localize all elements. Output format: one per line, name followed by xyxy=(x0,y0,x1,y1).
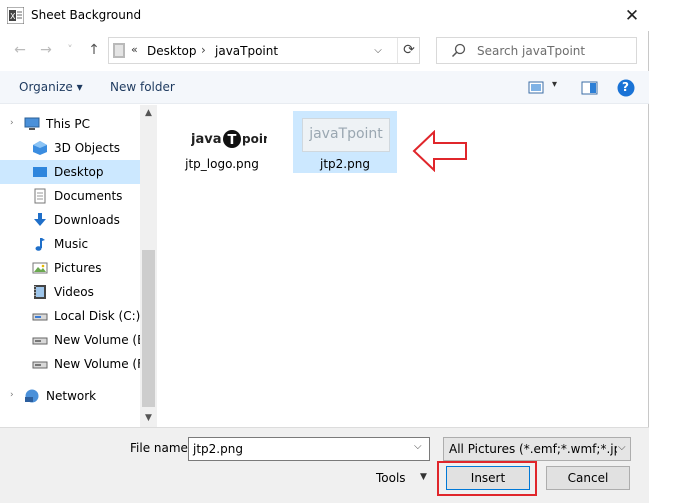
file-name-value[interactable]: jtp2.png xyxy=(193,442,243,456)
sidebar-item-3d-objects[interactable]: 3D Objects xyxy=(0,136,140,160)
search-input[interactable]: Search javaTpoint xyxy=(477,44,585,58)
sidebar-item-pictures[interactable]: Pictures xyxy=(0,256,140,280)
new-folder-button[interactable]: New folder xyxy=(110,80,175,94)
jtp-logo-thumbnail: java T point xyxy=(191,130,267,148)
navigation-bar: ← → ˅ ↑ « Desktop › javaTpoint ⌵ ⟳ Searc… xyxy=(0,31,649,71)
drive-icon xyxy=(32,313,48,321)
address-dropdown-icon[interactable]: ⌵ xyxy=(370,42,386,60)
insert-button[interactable]: Insert xyxy=(446,466,530,490)
command-toolbar: Organize ▾ New folder ▾ ? xyxy=(0,71,649,104)
file-name-field-label: File name: xyxy=(130,441,192,455)
sidebar-item-music[interactable]: Music xyxy=(0,232,140,256)
thumbnail-text: javaTpoint xyxy=(309,126,383,142)
sidebar-item-label: 3D Objects xyxy=(54,141,121,155)
cancel-button[interactable]: Cancel xyxy=(546,466,630,490)
tools-button[interactable]: Tools xyxy=(376,471,406,485)
file-jtp2[interactable]: javaTpoint jtp2.png xyxy=(293,111,397,173)
expand-chevron-icon[interactable]: › xyxy=(10,390,14,400)
sidebar-item-new-volume-f[interactable]: New Volume (F:) xyxy=(0,352,152,376)
search-icon xyxy=(451,43,466,58)
file-type-value: All Pictures (*.emf;*.wmf;*.jpg;* xyxy=(449,442,617,456)
sheet-background-dialog: X Sheet Background ✕ ← → ˅ ↑ « Desktop ›… xyxy=(0,0,649,503)
folder-path-icon xyxy=(113,43,125,58)
sidebar-item-label: Videos xyxy=(54,285,94,299)
address-overflow-icon[interactable]: « xyxy=(131,43,138,56)
3d-objects-icon xyxy=(33,141,47,155)
sidebar-item-documents[interactable]: Documents xyxy=(0,184,140,208)
view-options-icon[interactable] xyxy=(528,79,544,97)
address-bar[interactable]: « Desktop › javaTpoint ⌵ ⟳ xyxy=(108,37,420,64)
pictures-icon xyxy=(32,262,48,274)
help-glyph: ? xyxy=(622,80,629,94)
back-arrow-icon[interactable]: ← xyxy=(12,42,28,58)
file-name-label: jtp_logo.png xyxy=(185,157,259,171)
organize-button[interactable]: Organize ▾ xyxy=(19,80,83,94)
chevron-down-icon[interactable]: ⌵ xyxy=(414,441,422,452)
file-jtp-logo[interactable]: java T point jtp_logo.png xyxy=(170,111,274,173)
tools-dropdown-icon[interactable]: ▼ xyxy=(420,472,427,482)
sidebar-item-downloads[interactable]: Downloads xyxy=(0,208,140,232)
file-name-field[interactable]: jtp2.png ⌵ xyxy=(188,437,430,461)
sidebar-item-desktop[interactable]: Desktop xyxy=(0,160,140,184)
sidebar-item-videos[interactable]: Videos xyxy=(0,280,140,304)
sidebar-item-label: Downloads xyxy=(54,213,120,227)
close-icon[interactable]: ✕ xyxy=(622,6,642,26)
sidebar-item-new-volume-e[interactable]: New Volume (E:) xyxy=(0,328,153,352)
sidebar-item-network[interactable]: › Network xyxy=(0,384,140,408)
svg-text:X: X xyxy=(10,12,16,21)
sidebar-item-label: Pictures xyxy=(54,261,102,275)
scroll-down-icon[interactable]: ▼ xyxy=(140,410,157,427)
jtp-logo-text-java: java xyxy=(191,132,221,147)
sidebar-item-label: Music xyxy=(54,237,89,251)
recent-locations-icon[interactable]: ˅ xyxy=(62,42,78,58)
sidebar-item-label: New Volume (E:) xyxy=(54,333,154,347)
sidebar-item-label: This PC xyxy=(46,117,90,131)
breadcrumb-javatpoint[interactable]: javaTpoint xyxy=(215,44,278,58)
file-type-filter[interactable]: All Pictures (*.emf;*.wmf;*.jpg;* ⌵ xyxy=(443,437,631,461)
chevron-down-icon[interactable]: ⌵ xyxy=(618,442,626,453)
window-title: Sheet Background xyxy=(31,8,142,22)
file-name-label: jtp2.png xyxy=(320,157,370,171)
breadcrumb-separator-icon[interactable]: › xyxy=(201,43,206,57)
sidebar-item-this-pc[interactable]: › This PC xyxy=(0,112,140,136)
sidebar-item-local-disk-c[interactable]: Local Disk (C:) xyxy=(0,304,140,328)
sidebar-item-label: Desktop xyxy=(54,165,104,179)
excel-icon: X xyxy=(7,7,24,24)
sidebar-item-label: Network xyxy=(46,389,97,403)
sidebar-scrollbar[interactable]: ▲ ▼ xyxy=(140,105,157,427)
view-dropdown-icon[interactable]: ▾ xyxy=(552,79,557,90)
sidebar-item-label: Documents xyxy=(54,189,123,203)
drive-icon xyxy=(32,337,48,345)
documents-icon xyxy=(34,188,46,204)
refresh-icon[interactable]: ⟳ xyxy=(397,38,420,63)
music-icon xyxy=(35,238,45,251)
jtp-logo-text-point: point xyxy=(242,132,267,146)
desktop-icon xyxy=(33,167,47,177)
scroll-thumb[interactable] xyxy=(142,250,155,407)
annotation-arrow-icon xyxy=(412,130,467,172)
dialog-footer: File name: jtp2.png ⌵ All Pictures (*.em… xyxy=(0,427,649,503)
videos-icon xyxy=(34,285,46,299)
up-arrow-icon[interactable]: ↑ xyxy=(86,42,102,58)
forward-arrow-icon[interactable]: → xyxy=(38,42,54,58)
title-bar: X Sheet Background ✕ xyxy=(0,0,649,31)
drive-icon xyxy=(32,361,48,369)
jtp2-thumbnail: javaTpoint xyxy=(302,118,390,152)
navigation-pane: › This PC 3D Objects Desktop Documents D… xyxy=(0,105,157,427)
sidebar-item-label: Local Disk (C:) xyxy=(54,309,141,323)
file-list: java T point jtp_logo.png javaTpoint jtp… xyxy=(158,105,648,427)
jtp-logo-text-t: T xyxy=(228,133,237,148)
breadcrumb-desktop[interactable]: Desktop xyxy=(147,44,197,58)
preview-pane-icon[interactable] xyxy=(581,79,598,97)
computer-icon xyxy=(24,117,40,130)
scroll-up-icon[interactable]: ▲ xyxy=(140,105,157,122)
downloads-icon xyxy=(34,213,46,226)
sidebar-item-label: New Volume (F:) xyxy=(54,357,152,371)
search-box[interactable]: Search javaTpoint xyxy=(436,37,637,64)
expand-chevron-icon[interactable]: › xyxy=(10,118,14,128)
network-icon xyxy=(25,389,39,403)
